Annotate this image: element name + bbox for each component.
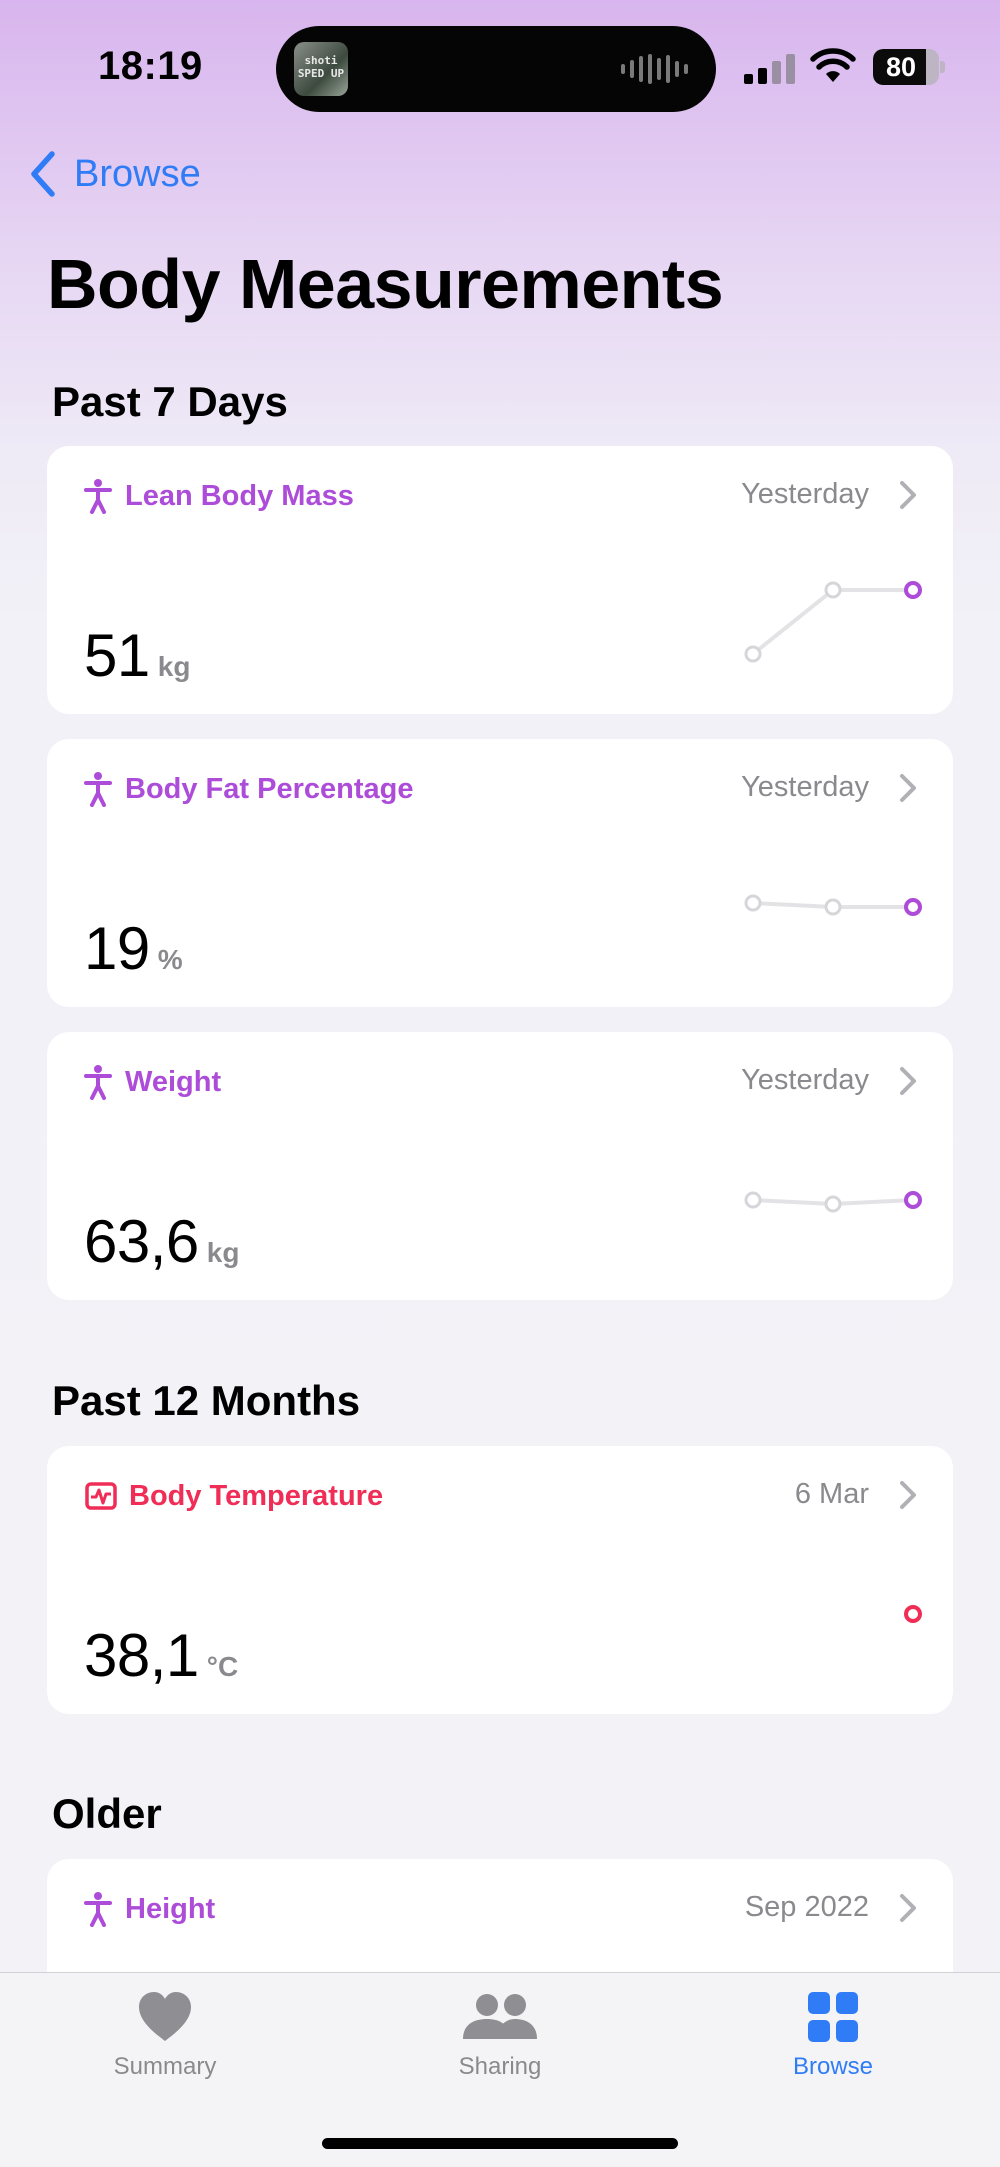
page-title: Body Measurements bbox=[47, 245, 724, 323]
chevron-right-icon bbox=[900, 1067, 916, 1095]
card-title: Lean Body Mass bbox=[125, 479, 354, 512]
card-title: Body Temperature bbox=[129, 1479, 384, 1512]
thermometer-waveform-icon bbox=[85, 1482, 117, 1510]
battery-level: 80 bbox=[885, 52, 917, 82]
card-unit: °C bbox=[206, 1651, 239, 1682]
card-body-fat-percentage[interactable]: Body Fat Percentage Yesterday 19 % bbox=[47, 739, 953, 1007]
card-lean-body-mass[interactable]: Lean Body Mass Yesterday 51 kg bbox=[47, 446, 953, 714]
chevron-right-icon bbox=[900, 1894, 916, 1922]
card-weight[interactable]: Weight Yesterday 63,6 kg bbox=[47, 1032, 953, 1300]
card-value: 63,6 bbox=[84, 1208, 199, 1275]
trend-point-latest bbox=[904, 1605, 922, 1623]
card-date: Yesterday bbox=[741, 478, 869, 510]
trend-sparkline bbox=[744, 581, 922, 663]
trend-sparkline bbox=[744, 894, 922, 916]
now-playing-artwork: shoti SPED UP bbox=[294, 42, 348, 96]
chevron-left-icon bbox=[31, 151, 55, 197]
trend-point bbox=[824, 898, 842, 916]
trend-line bbox=[751, 588, 913, 656]
card-date: 6 Mar bbox=[794, 1478, 869, 1510]
home-indicator bbox=[322, 2138, 678, 2149]
figure-icon bbox=[84, 479, 112, 514]
trend-point-latest bbox=[904, 1191, 922, 1209]
tab-sharing-label: Sharing bbox=[458, 2053, 542, 2080]
card-title: Body Fat Percentage bbox=[125, 772, 414, 805]
chevron-right-icon bbox=[900, 481, 916, 509]
audio-waveform-icon bbox=[621, 54, 688, 84]
dynamic-island[interactable]: shoti SPED UP bbox=[276, 26, 716, 112]
card-unit: kg bbox=[157, 651, 191, 682]
tab-browse-label: Browse bbox=[792, 2053, 874, 2080]
card-body-temperature[interactable]: Body Temperature 6 Mar 38,1 °C bbox=[47, 1446, 953, 1714]
chevron-right-icon bbox=[900, 1481, 916, 1509]
battery-icon: 80 bbox=[873, 49, 945, 85]
section-title-older: Older bbox=[52, 1790, 162, 1837]
trend-point bbox=[824, 581, 842, 599]
card-date: Sep 2022 bbox=[744, 1891, 869, 1923]
back-button-label: Browse bbox=[74, 152, 201, 195]
wifi-icon bbox=[810, 48, 856, 82]
card-title: Weight bbox=[125, 1065, 222, 1098]
cellular-signal-icon bbox=[744, 54, 795, 84]
card-unit: % bbox=[157, 944, 183, 975]
trend-sparkline bbox=[744, 1191, 922, 1213]
tab-summary[interactable]: Summary bbox=[65, 1991, 265, 2081]
trend-sparkline bbox=[904, 1605, 922, 1623]
figure-icon bbox=[84, 1065, 112, 1100]
chevron-right-icon bbox=[900, 774, 916, 802]
trend-point bbox=[744, 894, 762, 912]
trend-point-latest bbox=[904, 898, 922, 916]
card-date: Yesterday bbox=[741, 1064, 869, 1096]
heart-icon bbox=[139, 1992, 191, 2041]
card-value: 38,1 bbox=[84, 1622, 199, 1689]
card-date: Yesterday bbox=[741, 771, 869, 803]
card-unit: kg bbox=[206, 1237, 240, 1268]
trend-point bbox=[744, 1191, 762, 1209]
section-title-past-7-days: Past 7 Days bbox=[52, 378, 288, 425]
trend-point bbox=[824, 1195, 842, 1213]
status-bar: 18:19 shoti SPED UP 80 bbox=[0, 0, 1000, 130]
back-button[interactable]: Browse bbox=[28, 150, 201, 198]
trend-point-latest bbox=[904, 581, 922, 599]
status-time: 18:19 bbox=[98, 44, 203, 88]
tab-summary-label: Summary bbox=[113, 2053, 217, 2080]
tab-browse[interactable]: Browse bbox=[733, 1991, 933, 2081]
people-icon bbox=[463, 1994, 537, 2039]
now-playing-artwork-text: shoti SPED UP bbox=[297, 54, 345, 80]
tab-sharing[interactable]: Sharing bbox=[400, 1991, 600, 2081]
figure-icon bbox=[84, 1892, 112, 1927]
figure-icon bbox=[84, 772, 112, 807]
trend-point bbox=[744, 645, 762, 663]
card-value: 51 bbox=[84, 622, 150, 689]
section-title-past-12-months: Past 12 Months bbox=[52, 1377, 361, 1424]
grid-icon bbox=[808, 1992, 858, 2042]
card-title: Height bbox=[125, 1892, 216, 1925]
card-value: 19 bbox=[84, 915, 150, 982]
